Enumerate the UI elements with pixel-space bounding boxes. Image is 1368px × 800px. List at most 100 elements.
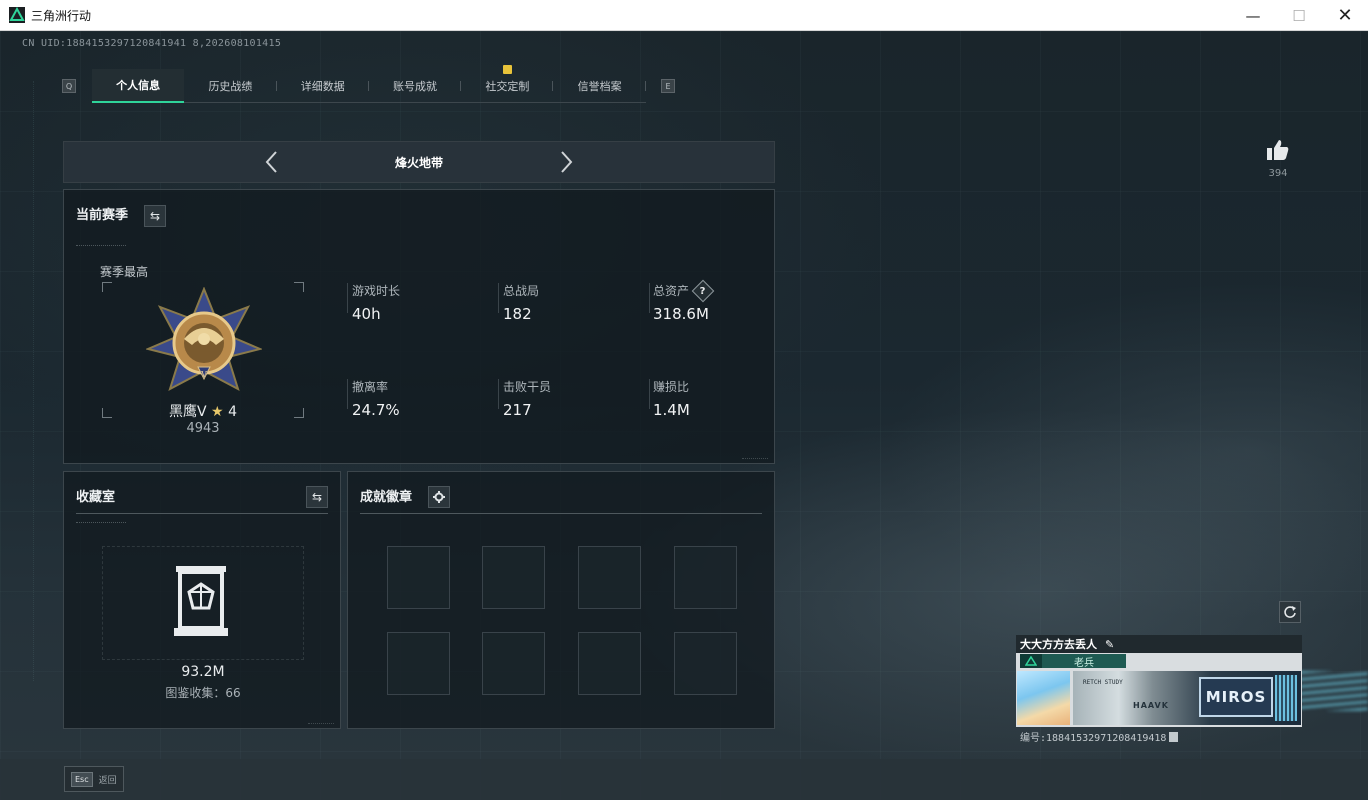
rank-title: 黑鹰V xyxy=(169,404,207,420)
tab-credit-record[interactable]: 信誉档案 xyxy=(553,69,647,103)
rank-stars: 4 xyxy=(228,404,237,420)
badge-slot[interactable] xyxy=(578,632,641,695)
badge-slot[interactable] xyxy=(482,632,545,695)
badge-slot[interactable] xyxy=(674,632,737,695)
maximize-button[interactable]: ☐ xyxy=(1276,0,1322,31)
swap-season-button[interactable]: ⇆ xyxy=(144,205,166,227)
player-rank-title: 老兵 xyxy=(1074,657,1094,669)
gear-icon xyxy=(433,491,445,503)
panel-decoration xyxy=(742,453,768,459)
background-decoration xyxy=(33,81,35,681)
stat-label: 赚损比 xyxy=(653,380,690,394)
banner-logo: MIROS xyxy=(1199,677,1273,717)
stat-label: 总战局 xyxy=(503,284,540,298)
collection-count: 图鉴收集：66 xyxy=(165,686,241,700)
divider xyxy=(76,245,126,248)
mode-selector: 烽火地带 xyxy=(63,141,775,183)
game-viewport: CN UID:1884153297120841941 8,20260810141… xyxy=(0,31,1368,800)
stat-value: 182 xyxy=(503,305,532,323)
panel-title: 收藏室 xyxy=(76,490,116,505)
player-name-row: 大大方方去丢人 ✎ xyxy=(1016,635,1302,653)
svg-text:V: V xyxy=(200,370,207,379)
stat-value: 217 xyxy=(503,401,532,419)
divider xyxy=(498,379,499,409)
star-icon: ★ xyxy=(211,404,224,420)
panel-title: 当前赛季 xyxy=(76,208,129,223)
vault-icon xyxy=(174,566,228,636)
tab-prev-key[interactable]: Q xyxy=(62,79,76,93)
divider xyxy=(360,513,762,514)
uid-line: CN UID:1884153297120841941 8,20260810141… xyxy=(22,38,282,49)
divider xyxy=(347,283,348,313)
copy-icon[interactable] xyxy=(1169,731,1179,742)
divider xyxy=(498,283,499,313)
stat-total-matches: 总战局 182 xyxy=(503,282,633,323)
tab-label: 历史战绩 xyxy=(208,80,253,93)
tab-label: 账号成就 xyxy=(393,80,438,93)
tab-match-history[interactable]: 历史战绩 xyxy=(184,69,277,103)
tab-label: 个人信息 xyxy=(116,79,161,92)
esc-key: Esc xyxy=(71,771,93,787)
badge-settings-button[interactable] xyxy=(428,486,450,508)
tab-label: 信誉档案 xyxy=(577,80,622,93)
swap-collection-button[interactable]: ⇆ xyxy=(306,486,328,508)
black-hawk-medal-icon: V xyxy=(146,287,262,392)
rank-name: 黑鹰V ★ 4 xyxy=(102,401,304,421)
banner-stripe xyxy=(1275,675,1297,721)
edit-icon[interactable]: ✎ xyxy=(1105,638,1114,651)
minimize-button[interactable]: — xyxy=(1230,0,1276,31)
divider xyxy=(649,379,650,409)
badge-slot[interactable] xyxy=(387,546,450,609)
badge-slot[interactable] xyxy=(482,546,545,609)
player-banner[interactable]: RETCH STUDY HAAVK MIROS xyxy=(1073,671,1301,725)
bottom-bar xyxy=(0,759,1368,800)
badge-slot[interactable] xyxy=(387,632,450,695)
stat-profit-loss: 赚损比 1.4M xyxy=(653,378,783,419)
stat-value: 1.4M xyxy=(653,401,690,419)
stat-label-text: 总资产 xyxy=(653,284,690,298)
stat-value: 318.6M xyxy=(653,305,709,323)
light-streaks xyxy=(1300,671,1368,711)
player-rank-bar: 老兵 xyxy=(1020,654,1126,669)
player-avatar[interactable] xyxy=(1017,671,1070,725)
player-uid: 编号:18841532971208419418 xyxy=(1020,729,1179,744)
tab-label: 社交定制 xyxy=(485,80,530,93)
current-season-panel: 当前赛季 ⇆ 赛季最高 V 黑鹰V ★ 4 4943 游戏时长 40h 总战局 … xyxy=(63,189,775,464)
window-title: 三角洲行动 xyxy=(31,8,92,23)
collection-room-panel[interactable]: 收藏室 ⇆ 93.2M 图鉴收集：66 xyxy=(63,471,341,729)
tab-achievements[interactable]: 账号成就 xyxy=(369,69,462,103)
badge-slot[interactable] xyxy=(578,546,641,609)
refresh-card-button[interactable] xyxy=(1279,601,1301,623)
back-button[interactable]: Esc 返回 xyxy=(64,766,124,792)
close-button[interactable]: ✕ xyxy=(1322,0,1368,31)
tab-label: 详细数据 xyxy=(300,80,345,93)
stat-value: 40h xyxy=(352,305,381,323)
tab-strip: 个人信息 历史战绩 详细数据 账号成就 社交定制 信誉档案 xyxy=(92,65,647,103)
panel-title: 成就徽章 xyxy=(360,490,413,505)
like-button[interactable] xyxy=(1265,139,1291,165)
notification-badge xyxy=(503,65,513,74)
stat-label: 击败干员 xyxy=(503,380,552,394)
tab-personal-info[interactable]: 个人信息 xyxy=(92,69,185,103)
stat-label: 游戏时长 xyxy=(352,284,401,298)
season-best-label: 赛季最高 xyxy=(100,265,149,279)
player-name: 大大方方去丢人 xyxy=(1020,638,1097,651)
app-icon xyxy=(9,7,25,23)
back-label: 返回 xyxy=(98,775,117,786)
achievement-badges-panel: 成就徽章 xyxy=(347,471,775,729)
badge-slot[interactable] xyxy=(674,546,737,609)
player-uid-text: 编号:18841532971208419418 xyxy=(1020,733,1167,744)
window-titlebar: 三角洲行动 — ☐ ✕ xyxy=(0,0,1368,31)
help-icon[interactable]: ? xyxy=(691,279,715,302)
tab-detailed-data[interactable]: 详细数据 xyxy=(277,69,370,103)
banner-small-text: RETCH STUDY xyxy=(1083,679,1123,686)
tab-social-custom[interactable]: 社交定制 xyxy=(461,65,554,103)
stat-label: 总资产 ? xyxy=(653,279,783,302)
mode-title: 烽火地带 xyxy=(394,155,443,170)
stat-label: 撤离率 xyxy=(352,380,389,394)
stat-extract-rate: 撤离率 24.7% xyxy=(352,378,482,419)
chevron-left-icon[interactable] xyxy=(260,150,284,174)
chevron-right-icon[interactable] xyxy=(554,150,578,174)
tab-next-key[interactable]: E xyxy=(661,79,675,93)
divider xyxy=(76,513,328,514)
